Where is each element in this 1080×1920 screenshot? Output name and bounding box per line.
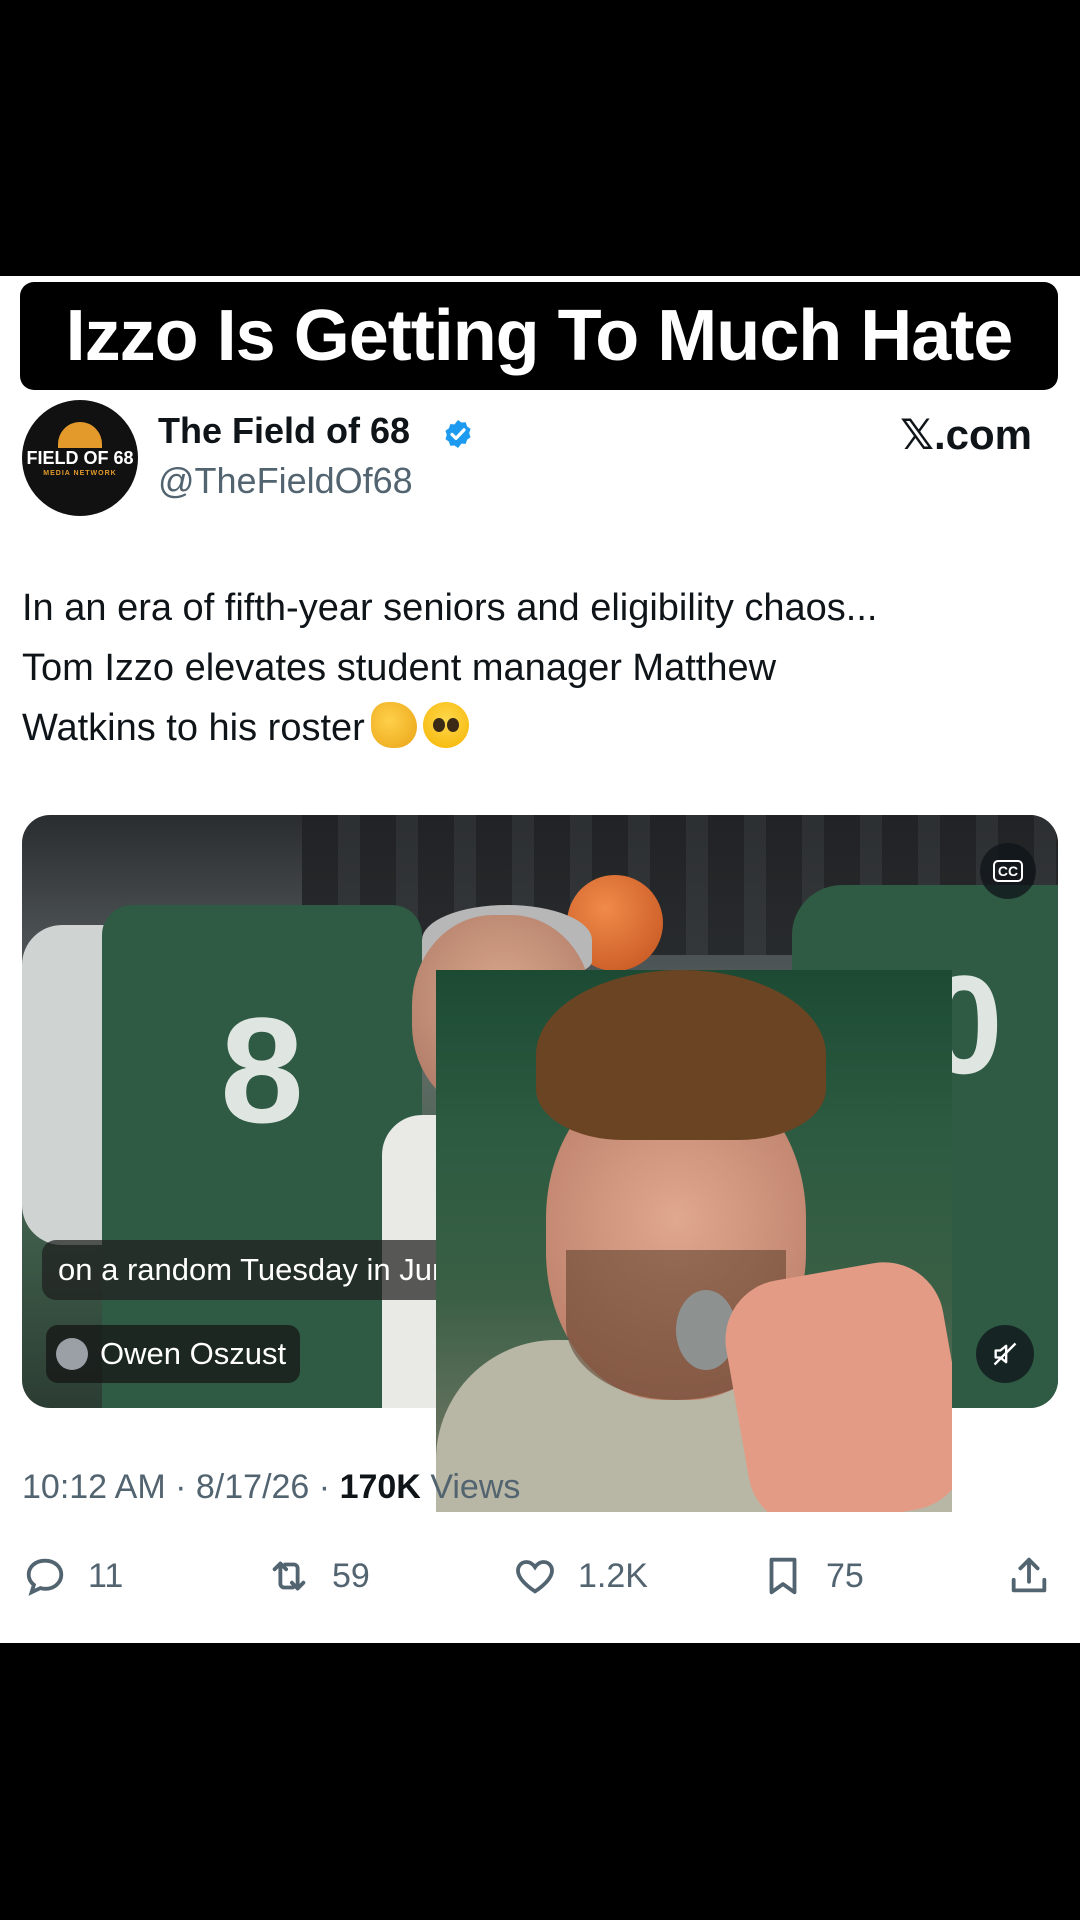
repost-icon <box>272 1561 306 1591</box>
pleading-face-icon <box>422 702 469 748</box>
views-label: Views <box>430 1468 521 1506</box>
tweet-text-segment: Watkins to his roster <box>22 707 365 749</box>
bookmark-count: 75 <box>826 1556 864 1595</box>
like-count: 1.2K <box>578 1556 648 1595</box>
overlay-headline: Izzo Is Getting To Much Hate <box>20 282 1058 390</box>
tweet-metadata: 10:12 AM · 8/17/26 · 170K Views <box>22 1468 520 1507</box>
attribution-avatar <box>56 1338 88 1370</box>
share-button[interactable] <box>1006 1546 1072 1606</box>
reply-count: 11 <box>88 1556 124 1595</box>
source-label: 𝕏.com <box>900 411 1032 458</box>
closed-captions-button[interactable]: CC <box>980 843 1036 899</box>
tweet-text: In an era of fifth-year seniors and elig… <box>22 578 1052 758</box>
verified-badge-icon <box>445 420 471 448</box>
tweet-text-line: In an era of fifth-year seniors and elig… <box>22 587 878 629</box>
picture-in-picture-overlay <box>436 970 952 1512</box>
basketball-logo-icon <box>58 422 102 448</box>
share-icon <box>1011 1557 1047 1593</box>
display-name[interactable]: The Field of 68 <box>158 410 410 452</box>
meta-separator: · <box>318 1468 331 1506</box>
reply-button[interactable]: 11 <box>22 1546 123 1606</box>
views-count: 170K <box>339 1468 421 1506</box>
tweet-text-line: Tom Izzo elevates student manager Matthe… <box>22 647 777 689</box>
clapping-hands-icon <box>370 702 417 748</box>
repost-count: 59 <box>332 1556 370 1595</box>
pip-hand <box>715 1252 952 1512</box>
account-handle[interactable]: @TheFieldOf68 <box>158 460 413 502</box>
mute-button[interactable] <box>976 1325 1034 1383</box>
heart-icon <box>516 1560 554 1594</box>
muted-speaker-icon <box>993 1342 1017 1366</box>
reply-icon <box>26 1558 64 1596</box>
meta-separator: · <box>175 1468 187 1506</box>
avatar[interactable]: FIELD OF 68 MEDIA NETWORK <box>22 400 138 516</box>
repost-button[interactable]: 59 <box>266 1546 370 1606</box>
like-button[interactable]: 1.2K <box>512 1546 648 1606</box>
avatar-logo-text: FIELD OF 68 <box>26 448 134 468</box>
tweet-text-line: Watkins to his roster <box>22 698 1052 758</box>
video-attribution[interactable]: Owen Oszust <box>46 1325 301 1383</box>
tweet-time: 10:12 AM <box>22 1468 166 1506</box>
attribution-name: Owen Oszust <box>100 1336 287 1371</box>
tweet-date: 8/17/26 <box>195 1468 310 1506</box>
bookmark-button[interactable]: 75 <box>760 1546 864 1606</box>
bookmark-icon <box>769 1557 797 1595</box>
cc-icon: CC <box>992 860 1024 882</box>
avatar-logo-subtext: MEDIA NETWORK <box>43 470 117 477</box>
video-caption: on a random Tuesday in June <box>42 1240 483 1300</box>
action-bar: 11 59 1.2K 75 <box>22 1546 1058 1606</box>
pip-hair <box>536 970 826 1140</box>
